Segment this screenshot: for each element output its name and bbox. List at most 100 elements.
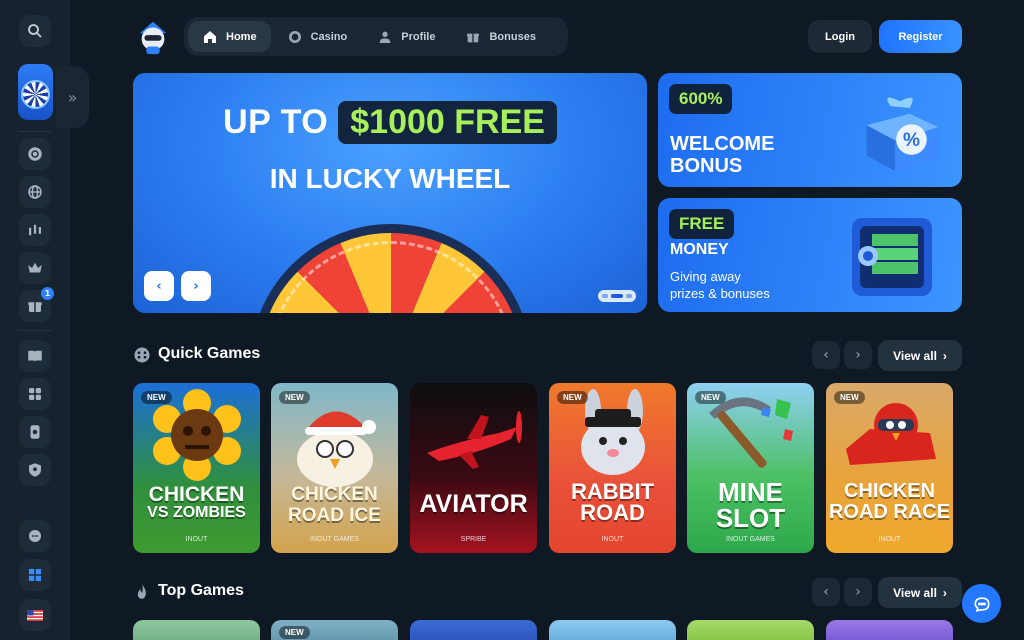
game-title: MINE SLOT — [715, 477, 786, 533]
search-icon — [28, 24, 42, 38]
game-title: CHICKEN ROAD ICE — [288, 484, 381, 526]
carousel-indicator[interactable] — [598, 290, 636, 302]
nav-casino-label: Casino — [310, 30, 348, 43]
site-logo[interactable] — [134, 18, 172, 56]
main-nav: Home Casino Profile Bonuses — [184, 17, 568, 56]
money-safe-icon — [852, 218, 932, 296]
sidebar-item-support[interactable] — [19, 520, 51, 552]
chevron-right-icon: › — [942, 585, 947, 600]
hero-banner[interactable]: UP TO $1000 FREE IN LUCKY WHEEL ‹ › — [133, 73, 647, 313]
top-games-view-all[interactable]: View all › — [878, 577, 962, 608]
sidebar-item-tournaments[interactable] — [19, 416, 51, 448]
quick-games-list: NEW CHICKEN VS ZOMBIES INOUT NEW CHICKEN… — [133, 383, 962, 553]
fire-icon — [137, 584, 146, 599]
crown-icon — [28, 262, 42, 273]
hero-subheadline: IN LUCKY WHEEL — [269, 163, 511, 194]
us-flag-icon — [27, 609, 43, 621]
chevron-left-icon: ‹ — [823, 584, 829, 600]
nav-bonuses[interactable]: Bonuses — [451, 21, 549, 52]
sidebar: » 1 — [0, 0, 89, 640]
login-button[interactable]: Login — [808, 20, 872, 53]
section-title: Top Games — [158, 582, 244, 599]
free-money-promo[interactable]: FREE MONEY Giving away prizes & bonuses — [658, 198, 962, 312]
game-card[interactable]: NEW — [271, 620, 398, 640]
chat-icon — [973, 596, 990, 612]
game-card[interactable] — [687, 620, 814, 640]
welcome-bonus-promo[interactable]: 600% WELCOME BONUS % — [658, 73, 962, 187]
chat-bubbles-icon — [29, 530, 41, 542]
nav-bonuses-label: Bonuses — [489, 30, 536, 43]
nav-home[interactable]: Home — [188, 21, 271, 52]
gift-box-icon: % — [866, 97, 939, 172]
nav-casino[interactable]: Casino — [273, 21, 362, 52]
divider — [18, 330, 52, 331]
promo-badge: FREE — [669, 209, 735, 239]
top-games-prev[interactable]: ‹ — [812, 578, 840, 606]
sidebar-expand-button[interactable]: » — [56, 66, 89, 128]
sidebar-item-live[interactable] — [19, 176, 51, 208]
sidebar-item-games[interactable] — [19, 378, 51, 410]
user-icon — [379, 31, 391, 43]
hero-next-button[interactable]: › — [181, 271, 211, 301]
top-games-header: Top Games ‹ › View all › — [133, 577, 962, 609]
chart-icon — [29, 224, 41, 236]
new-badge: NEW — [279, 391, 310, 404]
divider — [18, 131, 52, 132]
sidebar-item-download-app[interactable] — [19, 559, 51, 591]
game-card[interactable]: NEW CHICKEN ROAD RACE INOUT — [826, 383, 953, 553]
game-provider: INOUT GAMES — [310, 536, 359, 543]
live-chat-button[interactable] — [962, 584, 1001, 623]
quick-games-header: Quick Games ‹ › View all › — [133, 340, 962, 372]
quick-games-next[interactable]: › — [844, 341, 872, 369]
lucky-wheel-promo[interactable] — [18, 64, 53, 120]
game-card[interactable] — [826, 620, 953, 640]
home-icon — [204, 30, 216, 43]
game-card[interactable] — [133, 620, 260, 640]
sidebar-item-vip[interactable] — [19, 252, 51, 284]
game-provider: INOUT — [185, 536, 208, 543]
nav-profile-label: Profile — [401, 30, 436, 43]
chevron-left-icon: ‹ — [823, 347, 829, 363]
game-card[interactable]: NEW CHICKEN ROAD ICE INOUT GAMES — [271, 383, 398, 553]
sidebar-item-casino[interactable] — [19, 138, 51, 170]
quick-games-prev[interactable]: ‹ — [812, 341, 840, 369]
game-title: AVIATOR — [419, 490, 528, 518]
game-title: CHICKEN VS ZOMBIES — [147, 483, 246, 521]
sidebar-item-rules[interactable] — [19, 340, 51, 372]
globe-icon — [28, 185, 42, 199]
notification-badge: 1 — [41, 287, 54, 300]
nav-profile[interactable]: Profile — [363, 21, 449, 52]
new-badge: NEW — [834, 391, 865, 404]
hero-amount: $1000 FREE — [338, 101, 557, 144]
casino-chip-icon — [28, 147, 42, 161]
register-button[interactable]: Register — [879, 20, 962, 53]
game-card[interactable]: NEW CHICKEN VS ZOMBIES INOUT — [133, 383, 260, 553]
search-button[interactable] — [19, 15, 51, 47]
gift-icon — [28, 302, 42, 312]
language-selector[interactable] — [19, 599, 51, 631]
new-badge: NEW — [695, 391, 726, 404]
promo-subtitle: Giving away prizes & bonuses — [670, 269, 770, 301]
svg-text:%: % — [903, 130, 920, 151]
hero-headline: UP TO $1000 FREE — [133, 101, 647, 144]
tower-icon — [30, 425, 40, 439]
red-plane-art — [426, 411, 522, 469]
top-games-next[interactable]: › — [844, 578, 872, 606]
quick-games-view-all[interactable]: View all › — [878, 340, 962, 371]
game-provider: INOUT — [878, 536, 901, 543]
game-card[interactable]: NEW RABBIT ROAD INOUT — [549, 383, 676, 553]
sidebar-item-security[interactable] — [19, 454, 51, 486]
game-card[interactable]: NEW MINE SLOT INOUT GAMES — [687, 383, 814, 553]
chevron-right-icon: › — [942, 348, 947, 363]
game-card[interactable] — [410, 620, 537, 640]
sidebar-item-bonuses[interactable]: 1 — [19, 287, 54, 322]
game-card[interactable]: AVIATOR SPRIBE — [410, 383, 537, 553]
hero-prev-button[interactable]: ‹ — [144, 271, 174, 301]
top-games-list: NEW — [133, 620, 962, 640]
chevron-right-icon: › — [193, 278, 199, 294]
chevron-left-icon: ‹ — [156, 278, 162, 294]
sidebar-item-sports[interactable] — [19, 214, 51, 246]
game-card[interactable] — [549, 620, 676, 640]
promo-badge: 600% — [669, 84, 733, 114]
nav-home-label: Home — [226, 30, 257, 43]
